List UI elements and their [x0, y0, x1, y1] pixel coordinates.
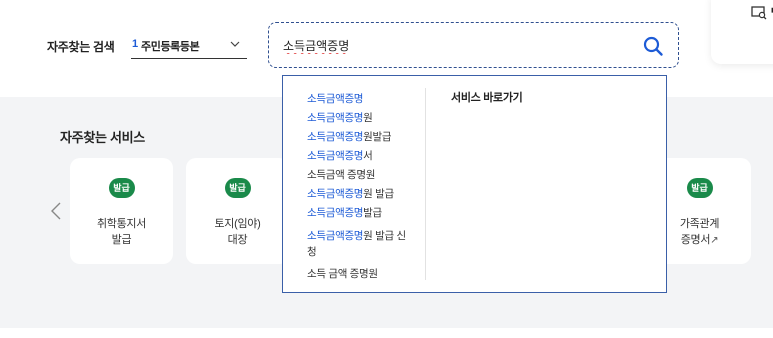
service-card-land-register[interactable]: 발급 토지(임야) 대장	[186, 158, 289, 264]
frequent-search-select[interactable]: 1 주민등록등본	[131, 34, 247, 59]
select-value: 주민등록등본	[141, 41, 200, 53]
suggestion-item[interactable]: 소득금액증명원 발급	[307, 186, 394, 201]
suggestion-item[interactable]: 소득금액증명원발급	[307, 129, 392, 144]
search-input[interactable]	[283, 35, 623, 55]
suggestion-item[interactable]: 소득금액증명발급	[307, 205, 382, 220]
issue-badge: 발급	[224, 178, 251, 198]
monitor-search-icon	[751, 6, 767, 20]
chevron-left-icon[interactable]	[49, 201, 63, 221]
suggestion-item[interactable]: 소득금액증명서	[307, 148, 373, 163]
issue-badge: 발급	[686, 178, 713, 198]
card-label-line1: 토지(임야)	[214, 218, 261, 230]
suggestion-item-continuation[interactable]: 청	[307, 244, 317, 259]
service-card-school-notice[interactable]: 발급 취학통지서 발급	[70, 158, 173, 264]
suggestion-item[interactable]: 소득금액증명	[307, 91, 363, 106]
service-shortcut-title: 서비스 바로가기	[451, 92, 523, 104]
section-title: 자주찾는 서비스	[60, 130, 145, 145]
external-link-icon: ↗	[710, 235, 719, 246]
chevron-down-icon	[230, 41, 240, 47]
issue-badge: 발급	[108, 178, 135, 198]
suggestion-item[interactable]: 소득 금액 증명원	[307, 266, 378, 281]
card-label-line2: 발급	[111, 234, 132, 246]
search-box	[268, 22, 679, 68]
suggestion-item[interactable]: 소득금액증명원 발급 신	[307, 228, 406, 243]
card-label: 토지(임야) 대장	[186, 216, 289, 248]
autocomplete-dropdown: 소득금액증명 소득금액증명원 소득금액증명원발급 소득금액증명서 소득금액 증명…	[282, 75, 667, 293]
card-label: 취학통지서 발급	[70, 216, 173, 248]
card-label-line1: 가족관계	[679, 218, 720, 230]
suggestion-item[interactable]: 소득금액증명원	[307, 110, 373, 125]
card-label-line2: 증명서	[680, 234, 711, 246]
dropdown-divider	[425, 88, 426, 280]
footer-gap	[0, 328, 773, 338]
suggestion-item[interactable]: 소득금액 증명원	[307, 167, 375, 182]
card-label-line2: 대장	[227, 234, 248, 246]
card-label-line1: 취학통지서	[96, 218, 147, 230]
quick-menu-card[interactable]: ᄃ	[711, 0, 773, 64]
frequent-search-label: 자주찾는 검색	[47, 40, 115, 54]
select-rank: 1	[132, 38, 139, 50]
search-icon[interactable]	[642, 35, 664, 57]
